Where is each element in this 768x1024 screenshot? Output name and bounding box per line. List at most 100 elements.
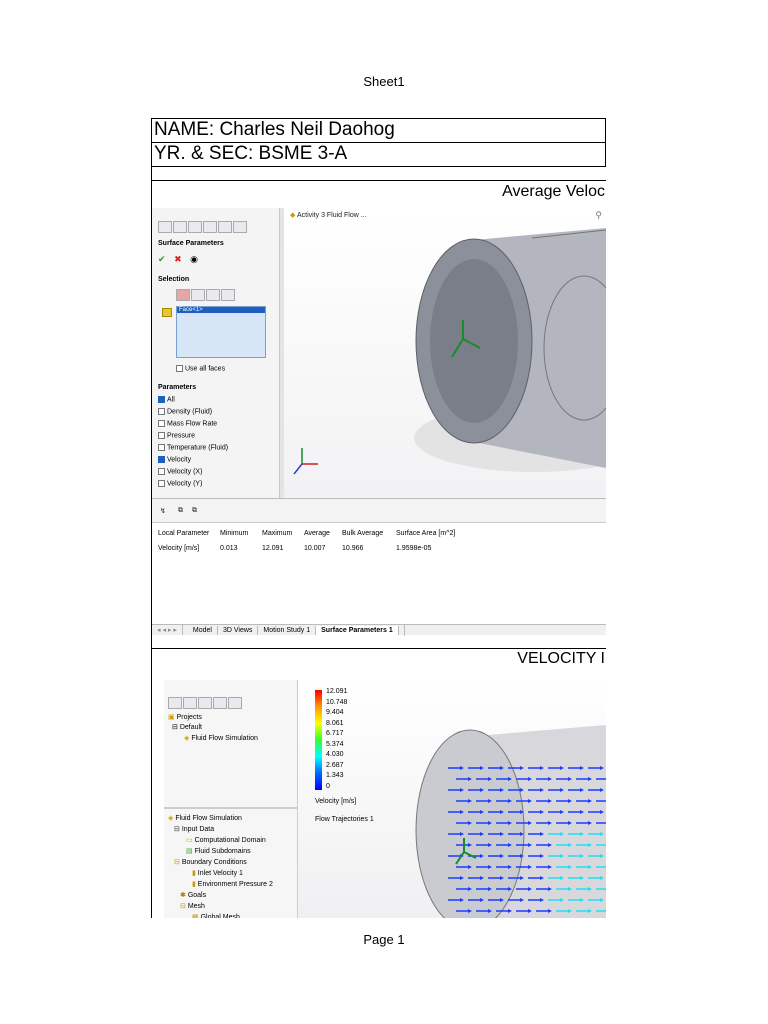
tree-fluid-flow[interactable]: ◈ Fluid Flow Simulation	[184, 734, 258, 742]
panel-actions: ✔ ✖ ◉	[158, 254, 198, 265]
name-cell: NAME: Charles Neil Daohog	[152, 118, 606, 142]
tree-node[interactable]: ▦ Global Mesh	[192, 913, 240, 918]
parameter-checkbox[interactable]	[158, 456, 165, 463]
parameter-checkbox[interactable]	[158, 480, 165, 487]
projects-label: Projects	[176, 714, 202, 721]
section-cell: YR. & SEC: BSME 3-A	[152, 142, 606, 166]
edge-filter-icon[interactable]	[191, 289, 205, 301]
body-filter-icon[interactable]	[221, 289, 235, 301]
eye-icon[interactable]: ◉	[190, 254, 198, 264]
property-manager-panel: Surface Parameters ✔ ✖ ◉ Selection Face<…	[152, 208, 280, 498]
section-divider	[152, 648, 606, 649]
parameter-option[interactable]: Temperature (Fluid)	[158, 444, 228, 451]
sheet-tab[interactable]: Motion Study 1	[258, 626, 317, 635]
table-cell: Velocity [m/s]	[158, 545, 200, 552]
display-tab[interactable]	[218, 221, 232, 233]
tree-node[interactable]: ⊟ Mesh	[180, 902, 205, 910]
tree-node-icon: ⊟	[174, 826, 182, 833]
tabs-holder: Model 3D Views Motion Study 1 Surface Param…	[183, 625, 405, 636]
tree-node-icon: ⊟	[174, 859, 182, 866]
tree-node[interactable]: ✱ Goals	[180, 891, 206, 899]
sheet-tab[interactable]: Surface Parameters 1	[316, 626, 399, 635]
tree-node-label: Inlet Velocity 1	[197, 870, 243, 877]
parameter-checkbox[interactable]	[158, 468, 165, 475]
search-icon[interactable]: ⚲	[595, 210, 602, 221]
results-toolbar: ↯ ⧉ ⧉	[152, 499, 606, 523]
cancel-icon[interactable]: ✖	[174, 254, 182, 264]
table-cell: 10.966	[342, 545, 364, 552]
tree-node-label: Computational Domain	[194, 837, 266, 844]
tree-node-icon: ✱	[180, 892, 188, 899]
tree-node[interactable]: ◈ Fluid Flow Simulation	[168, 814, 242, 822]
copy-icon[interactable]: ⧉	[178, 507, 183, 515]
graphics-viewport[interactable]: ◆ Activity 3 Fluid Flow ... ⚲	[284, 208, 606, 498]
face-filter-icon[interactable]	[176, 289, 190, 301]
results-pane: ↯ ⧉ ⧉ Local Parameter Minimum Maximum Avera…	[152, 498, 606, 636]
tree-node[interactable]: ▤ Fluid Subdomains	[186, 847, 251, 855]
tree-node[interactable]: ▭ Computational Domain	[186, 836, 266, 844]
table-header-cell: Maximum	[262, 530, 293, 537]
table-cell: 10.007	[304, 545, 326, 552]
appearance-tab[interactable]	[203, 221, 217, 233]
parameter-checkbox[interactable]	[158, 432, 165, 439]
parameter-label: Mass Flow Rate	[167, 420, 218, 428]
table-header-cell: Minimum	[220, 530, 249, 537]
export-icon[interactable]: ⧉	[192, 507, 197, 515]
tree-projects[interactable]: ▣ Projects	[168, 713, 202, 721]
feature-tree-tab[interactable]	[158, 221, 172, 233]
tree-node[interactable]: ⊟ Input Data	[174, 825, 214, 833]
parameter-option[interactable]: Density (Fluid)	[158, 408, 212, 415]
screenshot-velocity: ▣ Projects ⊟ Default ◈ Fluid Flow Simula…	[164, 680, 606, 918]
collapse-icon[interactable]: ⊟	[172, 724, 180, 731]
config-tab-2[interactable]	[183, 697, 197, 709]
parameter-checkbox[interactable]	[158, 420, 165, 427]
tab-nav-arrows[interactable]: ◂ ◂ ▸ ▸	[152, 625, 183, 635]
tree-splitter[interactable]	[164, 807, 298, 809]
empty-cell	[152, 166, 606, 181]
parameter-option[interactable]: Velocity (X)	[158, 468, 202, 475]
pipe-model	[293, 228, 606, 475]
appearance-tab-2[interactable]	[168, 697, 182, 709]
tree-node-label: Boundary Conditions	[181, 859, 247, 866]
table-header-cell: Average	[304, 530, 330, 537]
parameter-option[interactable]: Velocity	[158, 456, 191, 463]
tree-node-label: Input Data	[181, 826, 215, 833]
parameter-option[interactable]: Pressure	[158, 432, 195, 439]
default-label: Default	[179, 724, 202, 731]
property-tab[interactable]	[173, 221, 187, 233]
parameter-option[interactable]: All	[158, 396, 175, 403]
selection-label: Selection	[158, 276, 190, 283]
flow-tab-2[interactable]	[228, 697, 242, 709]
table-cell: 1.9598e-05	[396, 545, 432, 552]
flow-tab[interactable]	[233, 221, 247, 233]
cam-tab-2[interactable]	[213, 697, 227, 709]
tree-node-icon: ▦	[192, 914, 201, 918]
config-tab[interactable]	[188, 221, 202, 233]
use-all-faces-label: Use all faces	[185, 365, 226, 373]
selected-face-item[interactable]: Face<1>	[177, 307, 265, 313]
parameter-option[interactable]: Velocity (Y)	[158, 480, 202, 487]
tree-node[interactable]: ▮ Environment Pressure 2	[192, 880, 273, 888]
screenshot-surface-parameters: Surface Parameters ✔ ✖ ◉ Selection Face<…	[152, 208, 606, 636]
tree-node[interactable]: ⊟ Boundary Conditions	[174, 858, 247, 866]
tree-node-icon: ⊟	[180, 903, 188, 910]
selection-list[interactable]: Face<1>	[176, 306, 266, 358]
use-all-faces-checkbox[interactable]	[176, 365, 183, 372]
use-all-faces-option[interactable]: Use all faces	[176, 365, 225, 372]
parameter-label: Temperature (Fluid)	[167, 444, 229, 452]
tree-default[interactable]: ⊟ Default	[172, 723, 202, 731]
sheet-tab[interactable]: Model	[188, 626, 218, 635]
refresh-icon[interactable]: ↯	[160, 507, 166, 515]
vertex-filter-icon[interactable]	[206, 289, 220, 301]
parameter-checkbox[interactable]	[158, 408, 165, 415]
sheet-tab[interactable]: 3D Views	[218, 626, 259, 635]
parameter-checkbox[interactable]	[158, 444, 165, 451]
tree-node[interactable]: ▮ Inlet Velocity 1	[192, 869, 243, 877]
flow-viewport[interactable]: 12.091 10.748 9.404 8.061 6.717 5.374 4.030 2.6…	[298, 680, 606, 918]
parameter-option[interactable]: Mass Flow Rate	[158, 420, 217, 427]
pipe-inner-face	[430, 259, 518, 423]
ok-icon[interactable]: ✔	[158, 254, 166, 264]
dim-tab-2[interactable]	[198, 697, 212, 709]
table-cell: 12.091	[262, 545, 284, 552]
parameter-checkbox[interactable]	[158, 396, 165, 403]
